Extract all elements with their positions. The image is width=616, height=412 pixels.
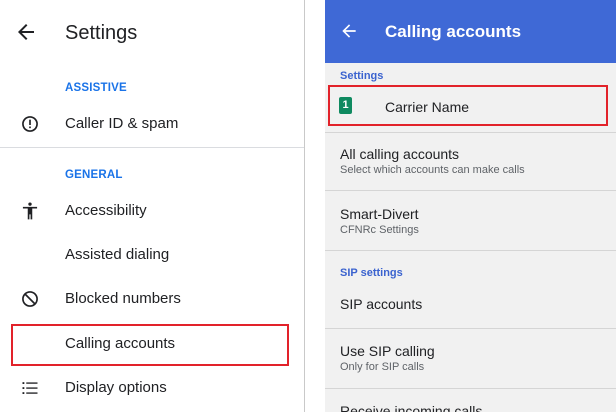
item-label: Accessibility	[65, 202, 147, 219]
accessibility-icon	[22, 202, 38, 220]
page-title: Calling accounts	[385, 22, 522, 41]
item-subtitle: Select which accounts can make calls	[340, 164, 525, 176]
settings-item-assisted-dialing[interactable]: Assisted dialing	[0, 235, 304, 275]
settings-item-use-sip-calling[interactable]: Use SIP calling Only for SIP calls	[325, 329, 616, 385]
item-label: Caller ID & spam	[65, 115, 179, 132]
settings-item-accessibility[interactable]: Accessibility	[0, 191, 304, 231]
highlight-box-carrier-name	[328, 85, 608, 126]
settings-screen: Settings ASSISTIVE Caller ID & spam GENE…	[0, 0, 305, 412]
back-arrow-icon[interactable]	[14, 20, 38, 44]
list-icon	[22, 382, 38, 394]
item-subtitle: CFNRc Settings	[340, 224, 419, 236]
section-header-assistive: ASSISTIVE	[65, 82, 127, 94]
back-arrow-icon[interactable]	[339, 21, 359, 41]
section-header-general: GENERAL	[65, 169, 123, 181]
settings-item-caller-id-spam[interactable]: Caller ID & spam	[0, 104, 304, 144]
page-title: Settings	[65, 22, 138, 44]
highlight-box-calling-accounts	[11, 324, 289, 366]
item-title: All calling accounts	[340, 146, 460, 162]
section-header-settings: Settings	[340, 70, 384, 82]
item-label: Blocked numbers	[65, 290, 181, 307]
block-icon	[22, 291, 38, 307]
settings-item-receive-incoming-calls[interactable]: Receive incoming calls	[325, 389, 616, 412]
settings-item-blocked-numbers[interactable]: Blocked numbers	[0, 279, 304, 319]
item-title: SIP accounts	[340, 296, 423, 312]
item-title: Receive incoming calls	[340, 403, 483, 412]
item-label: Assisted dialing	[65, 246, 170, 263]
app-bar: Calling accounts	[325, 0, 616, 63]
item-title: Smart-Divert	[340, 206, 419, 222]
item-subtitle: Only for SIP calls	[340, 361, 425, 373]
divider	[0, 147, 304, 148]
settings-header: Settings	[0, 0, 304, 64]
divider	[325, 250, 616, 251]
item-label: Display options	[65, 379, 167, 396]
calling-accounts-screen: Calling accounts Settings 1 Carrier Name…	[325, 0, 616, 412]
settings-item-smart-divert[interactable]: Smart-Divert CFNRc Settings	[325, 191, 616, 247]
settings-item-sip-accounts[interactable]: SIP accounts	[325, 284, 616, 324]
settings-item-display-options[interactable]: Display options	[0, 368, 304, 408]
item-title: Use SIP calling	[340, 343, 435, 359]
section-header-sip-settings: SIP settings	[340, 267, 403, 279]
settings-item-all-calling-accounts[interactable]: All calling accounts Select which accoun…	[325, 133, 616, 189]
info-circle-icon	[22, 116, 38, 132]
